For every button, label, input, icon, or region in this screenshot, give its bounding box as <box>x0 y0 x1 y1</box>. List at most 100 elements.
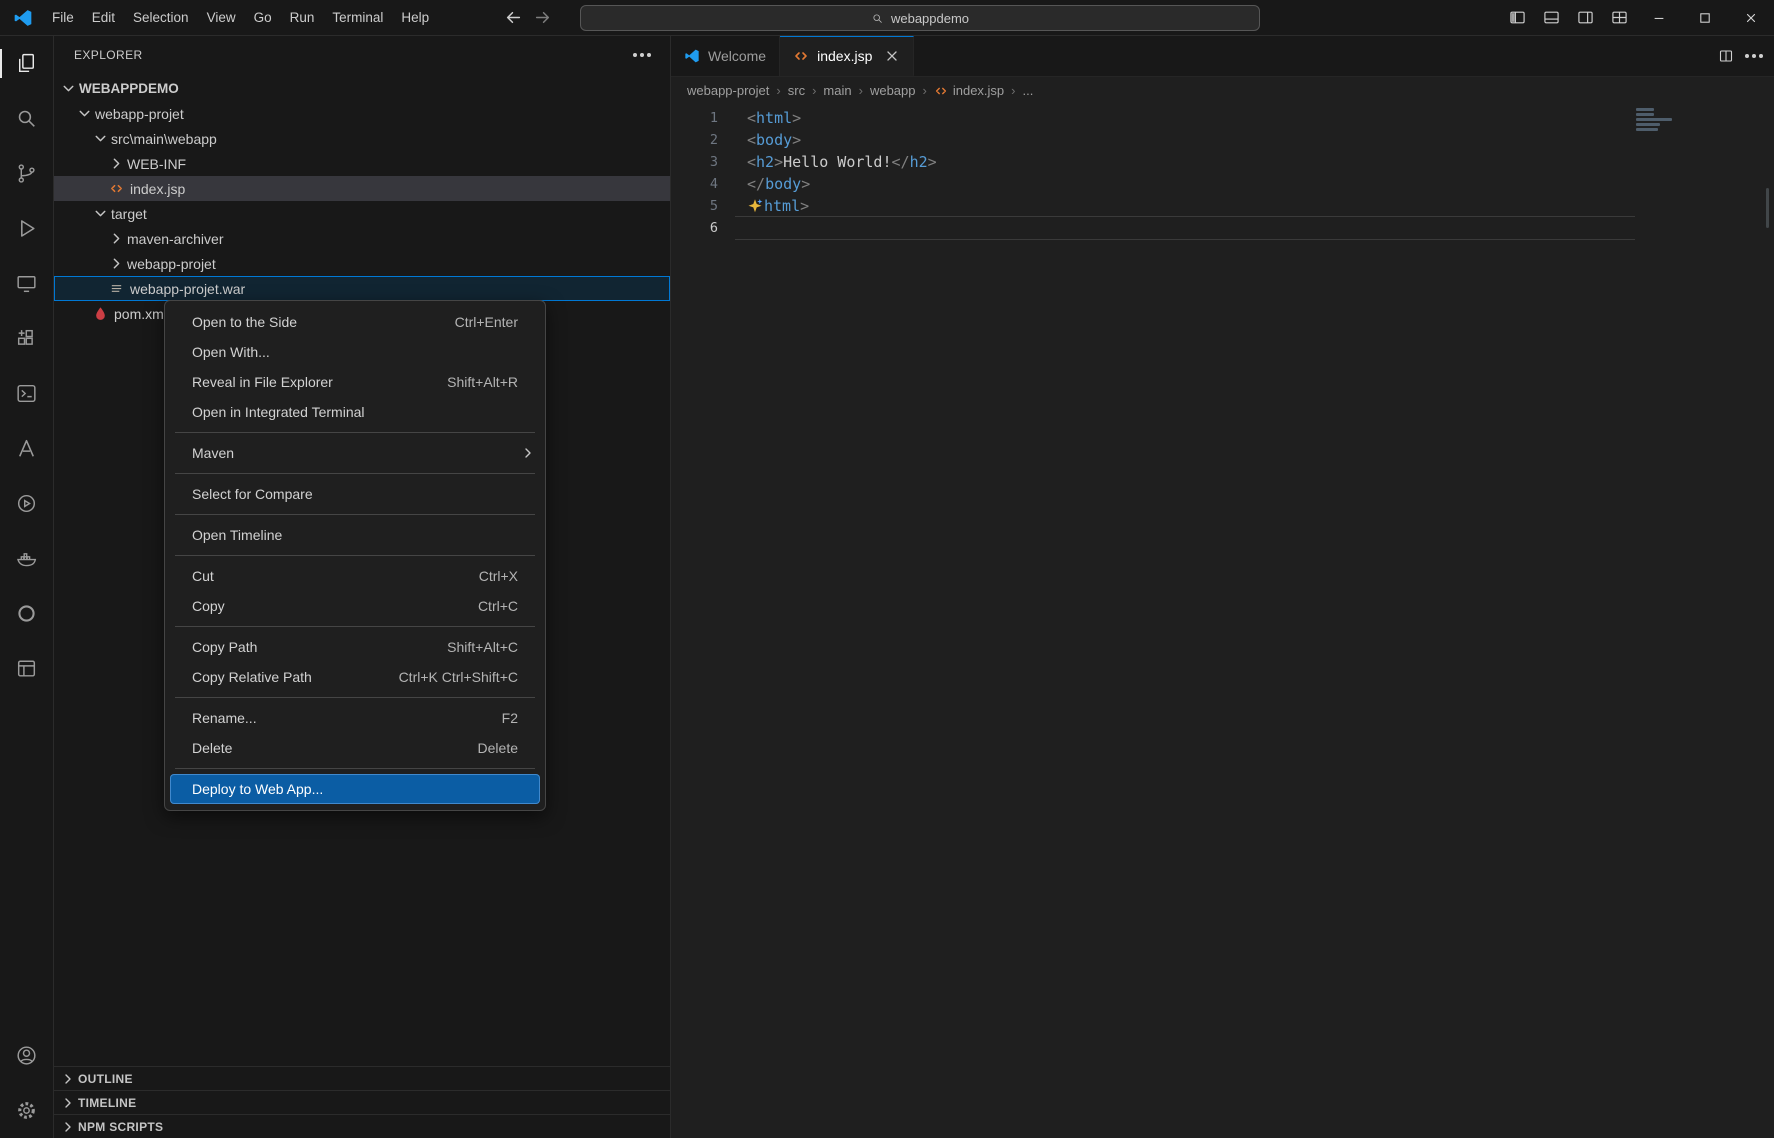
customize-layout-button[interactable] <box>1602 0 1636 35</box>
activity-remote-window[interactable] <box>0 641 53 696</box>
section-npm-scripts[interactable]: NPM SCRIPTS <box>54 1114 670 1138</box>
activity-kubernetes[interactable] <box>0 586 53 641</box>
context-menu-item-copy[interactable]: Copy Ctrl+C <box>165 591 545 621</box>
context-menu-item-copy-relative-path[interactable]: Copy Relative Path Ctrl+K Ctrl+Shift+C <box>165 662 545 692</box>
tree-item-target[interactable]: target <box>54 201 670 226</box>
minimap-line <box>1636 108 1654 111</box>
activity-explorer[interactable] <box>0 36 53 91</box>
context-menu-item-open-with[interactable]: Open With... <box>165 337 545 367</box>
context-menu-item-open-in-integrated-terminal[interactable]: Open in Integrated Terminal <box>165 397 545 427</box>
tree-item-webapp-projet[interactable]: webapp-projet <box>54 101 670 126</box>
activity-extensions[interactable] <box>0 311 53 366</box>
minimap-line <box>1636 118 1672 121</box>
tree-item-webapp-projet-war[interactable]: webapp-projet.war <box>54 276 670 301</box>
scrollbar-marker[interactable] <box>1766 188 1769 228</box>
activity-azure[interactable] <box>0 421 53 476</box>
menu-help[interactable]: Help <box>392 0 438 35</box>
code-line-5[interactable]: 5 html> <box>671 195 1774 217</box>
activity-run-debug[interactable] <box>0 201 53 256</box>
tab-welcome[interactable]: Welcome <box>671 36 780 76</box>
context-menu-item-rename[interactable]: Rename... F2 <box>165 703 545 733</box>
breadcrumb-main[interactable]: main <box>823 83 851 98</box>
section-timeline[interactable]: TIMELINE <box>54 1090 670 1114</box>
back-arrow-icon[interactable] <box>505 9 522 26</box>
menu-selection[interactable]: Selection <box>124 0 198 35</box>
tree-item-label: src\main\webapp <box>111 131 217 147</box>
toggle-primary-sidebar-button[interactable] <box>1500 0 1534 35</box>
run-debug-icon <box>14 216 39 241</box>
toggle-secondary-sidebar-button[interactable] <box>1568 0 1602 35</box>
close-tab-icon[interactable] <box>884 48 900 64</box>
line-number[interactable]: 3 <box>671 154 718 170</box>
minimap[interactable] <box>1636 108 1756 328</box>
code-token: < <box>747 109 756 127</box>
line-number[interactable]: 5 <box>671 198 718 214</box>
chevron-down-icon <box>92 130 109 147</box>
context-menu-item-delete[interactable]: Delete Delete <box>165 733 545 763</box>
forward-arrow-icon[interactable] <box>534 9 551 26</box>
explorer-more-actions-icon[interactable] <box>640 53 644 57</box>
context-menu-item-cut[interactable]: Cut Ctrl+X <box>165 561 545 591</box>
command-center-search[interactable]: webappdemo <box>580 5 1260 31</box>
line-number[interactable]: 4 <box>671 176 718 192</box>
tree-item-web-inf[interactable]: WEB-INF <box>54 151 670 176</box>
activity-docker[interactable] <box>0 531 53 586</box>
accounts-button[interactable] <box>0 1028 53 1083</box>
explorer-title: EXPLORER <box>74 48 143 62</box>
tree-item-maven-archiver[interactable]: maven-archiver <box>54 226 670 251</box>
tree-item-target-webapp-projet[interactable]: webapp-projet <box>54 251 670 276</box>
monitor-icon <box>14 271 39 296</box>
activity-live-preview[interactable] <box>0 366 53 421</box>
files-icon <box>14 51 39 76</box>
activity-source-control[interactable] <box>0 146 53 201</box>
manage-settings-button[interactable] <box>0 1083 53 1138</box>
breadcrumb-symbol-placeholder[interactable]: ... <box>1023 83 1034 98</box>
context-menu-item-deploy-to-web-app[interactable]: Deploy to Web App... <box>170 774 540 804</box>
context-menu-item-open-timeline[interactable]: Open Timeline <box>165 520 545 550</box>
menu-terminal[interactable]: Terminal <box>323 0 392 35</box>
code-line-3[interactable]: 3 <h2>Hello World!</h2> <box>671 151 1774 173</box>
context-menu-separator <box>175 473 535 474</box>
code-line-4[interactable]: 4 </body> <box>671 173 1774 195</box>
code-line-2[interactable]: 2 <body> <box>671 129 1774 151</box>
code-editor[interactable]: 1 <html> 2 <body> 3 <h2>Hello World!</h2… <box>671 104 1774 1138</box>
split-editor-icon[interactable] <box>1718 48 1734 64</box>
activity-sonarlint[interactable] <box>0 476 53 531</box>
code-token: Hello World! <box>783 153 891 171</box>
menu-run[interactable]: Run <box>281 0 324 35</box>
line-number[interactable]: 6 <box>671 220 718 236</box>
section-outline[interactable]: OUTLINE <box>54 1066 670 1090</box>
context-menu-item-reveal-in-file-explorer[interactable]: Reveal in File Explorer Shift+Alt+R <box>165 367 545 397</box>
menu-edit[interactable]: Edit <box>83 0 124 35</box>
menu-view[interactable]: View <box>198 0 245 35</box>
tab-index-jsp[interactable]: index.jsp <box>780 36 914 76</box>
menu-file[interactable]: File <box>43 0 83 35</box>
breadcrumb-index-jsp[interactable]: index.jsp <box>934 83 1004 98</box>
breadcrumb-webapp[interactable]: webapp <box>870 83 916 98</box>
minimize-button[interactable] <box>1636 0 1682 35</box>
context-menu-item-copy-path[interactable]: Copy Path Shift+Alt+C <box>165 632 545 662</box>
tree-item-workspace-webappdemo[interactable]: WEBAPPDEMO <box>54 76 670 101</box>
close-window-button[interactable] <box>1728 0 1774 35</box>
window-controls <box>1500 0 1774 35</box>
code-line-1[interactable]: 1 <html> <box>671 107 1774 129</box>
vscode-logo-icon <box>13 8 33 28</box>
code-line-6-current[interactable]: 6 <box>671 217 1774 239</box>
maximize-button[interactable] <box>1682 0 1728 35</box>
context-menu-item-open-to-the-side[interactable]: Open to the Side Ctrl+Enter <box>165 307 545 337</box>
copilot-sparkle-icon[interactable] <box>747 198 763 214</box>
tree-item-index-jsp[interactable]: index.jsp <box>54 176 670 201</box>
toggle-panel-button[interactable] <box>1534 0 1568 35</box>
activity-search[interactable] <box>0 91 53 146</box>
context-menu-item-maven[interactable]: Maven <box>165 438 545 468</box>
breadcrumb-webapp-projet[interactable]: webapp-projet <box>687 83 769 98</box>
context-menu-item-label: Open Timeline <box>192 527 282 543</box>
context-menu-item-select-for-compare[interactable]: Select for Compare <box>165 479 545 509</box>
breadcrumb-src[interactable]: src <box>788 83 805 98</box>
line-number[interactable]: 2 <box>671 132 718 148</box>
activity-remote-explorer[interactable] <box>0 256 53 311</box>
more-actions-icon[interactable] <box>1752 54 1756 58</box>
tree-item-src-main-webapp[interactable]: src\main\webapp <box>54 126 670 151</box>
menu-go[interactable]: Go <box>245 0 281 35</box>
line-number[interactable]: 1 <box>671 110 718 126</box>
